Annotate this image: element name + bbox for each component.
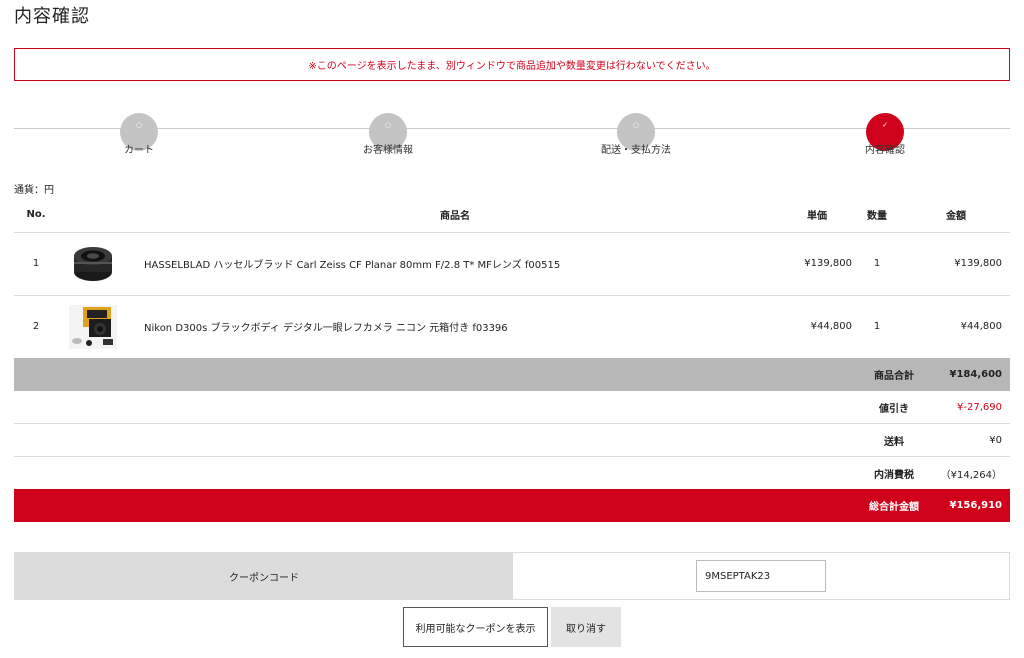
order-table: No. 商品名 単価 数量 金額 1 HASSELBLAD ハッセルブラッド C… <box>14 198 1010 359</box>
notice-text: ※このページを表示したまま、別ウィンドウで商品追加や数量変更は行わないでください… <box>308 61 716 72</box>
grand-total-value: ¥156,910 <box>949 500 1002 511</box>
discount-label: 値引き <box>879 403 909 415</box>
row-no: 1 <box>14 232 58 296</box>
coupon-label: クーポンコード <box>15 553 513 599</box>
step-label: カート <box>124 145 154 156</box>
tax-label: 内消費税 <box>874 469 914 481</box>
currency-label: 通貨：円 <box>14 185 54 196</box>
lens-product-image <box>74 246 112 281</box>
table-header-row: No. 商品名 単価 数量 金額 <box>14 198 1010 233</box>
header-total: 金額 <box>902 198 1010 233</box>
table-row: 2 Nikon D300s ブラックボディ デジタル一眼レフカメラ ニコン 元箱… <box>14 295 1010 359</box>
table-row: 1 HASSELBLAD ハッセルブラッド Carl Zeiss CF Plan… <box>14 232 1010 296</box>
row-product-name: Nikon D300s ブラックボディ デジタル一眼レフカメラ ニコン 元箱付き… <box>128 295 782 359</box>
page-title: 内容確認 <box>14 6 90 27</box>
coupon-section: クーポンコード <box>14 552 1010 600</box>
camera-product-image <box>69 304 117 349</box>
show-coupons-button[interactable]: 利用可能なクーポンを表示 <box>403 607 548 647</box>
header-no: No. <box>14 198 58 233</box>
row-no: 2 <box>14 295 58 359</box>
coupon-code-input[interactable] <box>696 560 826 592</box>
tax-value: （¥14,264） <box>940 469 1002 481</box>
step-label: 内容確認 <box>865 145 905 156</box>
discount-row: 値引き ¥-27,690 <box>14 391 1010 424</box>
step-customer-info: ○ お客様情報 <box>288 113 488 166</box>
grand-total-row: 総合計金額 ¥156,910 <box>14 489 1010 522</box>
checkout-steps: ○ カート ○ お客様情報 ○ 配送・支払方法 ✓ 内容確認 <box>14 110 1010 160</box>
grand-total-label: 総合計金額 <box>869 502 919 513</box>
shipping-label: 送料 <box>884 436 904 448</box>
subtotal-row: 商品合計 ¥184,600 <box>14 358 1010 391</box>
header-qty: 数量 <box>852 198 902 233</box>
step-cart: ○ カート <box>39 113 239 166</box>
row-price: ¥44,800 <box>782 295 852 359</box>
step-shipping-payment: ○ 配送・支払方法 <box>536 113 736 166</box>
shipping-row: 送料 ¥0 <box>14 424 1010 457</box>
header-name: 商品名 <box>128 198 782 233</box>
row-product-name: HASSELBLAD ハッセルブラッド Carl Zeiss CF Planar… <box>128 232 782 296</box>
row-total: ¥139,800 <box>902 232 1010 296</box>
subtotal-value: ¥184,600 <box>949 369 1002 380</box>
row-qty: 1 <box>852 232 902 296</box>
step-label: 配送・支払方法 <box>601 145 671 156</box>
step-label: お客様情報 <box>363 145 413 156</box>
step-confirm: ✓ 内容確認 <box>785 113 985 166</box>
subtotal-label: 商品合計 <box>874 371 914 382</box>
row-total: ¥44,800 <box>902 295 1010 359</box>
tax-row: 内消費税 （¥14,264） <box>14 457 1010 490</box>
notice-banner: ※このページを表示したまま、別ウィンドウで商品追加や数量変更は行わないでください… <box>14 48 1010 81</box>
discount-value: ¥-27,690 <box>957 401 1002 413</box>
header-price: 単価 <box>782 198 852 233</box>
row-qty: 1 <box>852 295 902 359</box>
header-image <box>58 198 128 233</box>
cancel-coupon-button[interactable]: 取り消す <box>551 607 621 647</box>
row-price: ¥139,800 <box>782 232 852 296</box>
shipping-value: ¥0 <box>989 434 1002 446</box>
